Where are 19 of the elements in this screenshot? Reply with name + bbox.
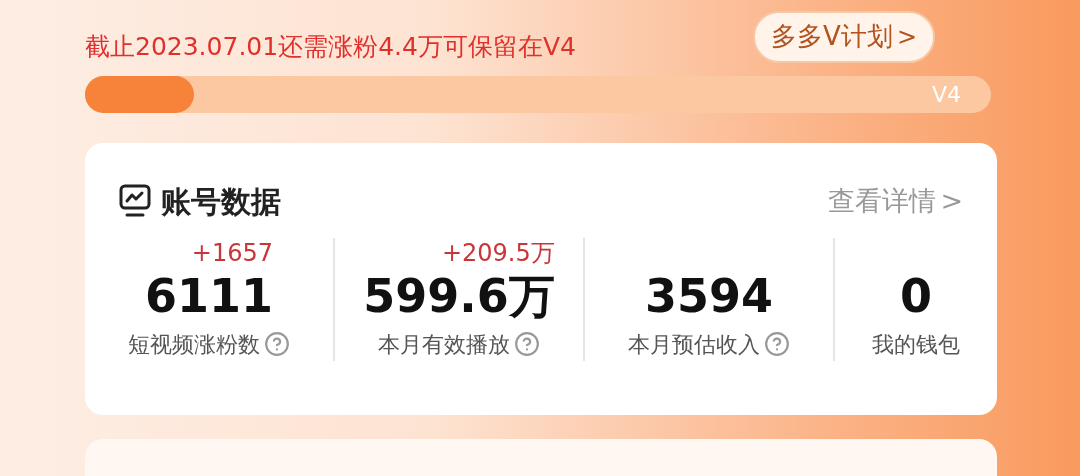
help-icon[interactable] xyxy=(514,331,540,358)
stat-value: 3594 xyxy=(645,267,773,324)
stat-label: 本月有效播放 xyxy=(378,330,510,359)
chart-monitor-icon xyxy=(119,184,151,219)
stat-value: 6111 xyxy=(145,267,273,324)
plan-button[interactable]: 多多V计划> xyxy=(753,10,935,63)
stat-label: 本月预估收入 xyxy=(628,330,760,359)
level-label: V4 xyxy=(931,80,961,109)
help-icon[interactable] xyxy=(764,331,790,358)
stat-label: 短视频涨粉数 xyxy=(128,330,260,359)
card-title: 账号数据 xyxy=(161,182,281,221)
help-icon[interactable] xyxy=(264,331,290,358)
view-details-link[interactable]: 查看详情> xyxy=(828,181,963,222)
stat-value: 0 xyxy=(900,267,932,324)
deadline-notice: 截止2023.07.01还需涨粉4.4万可保留在V4 xyxy=(85,31,576,63)
change-value: +209.5万 xyxy=(441,237,555,268)
change-value: +1657 xyxy=(191,237,273,268)
stat-label: 我的钱包 xyxy=(872,330,960,359)
stat-value: 599.6万 xyxy=(363,267,555,324)
